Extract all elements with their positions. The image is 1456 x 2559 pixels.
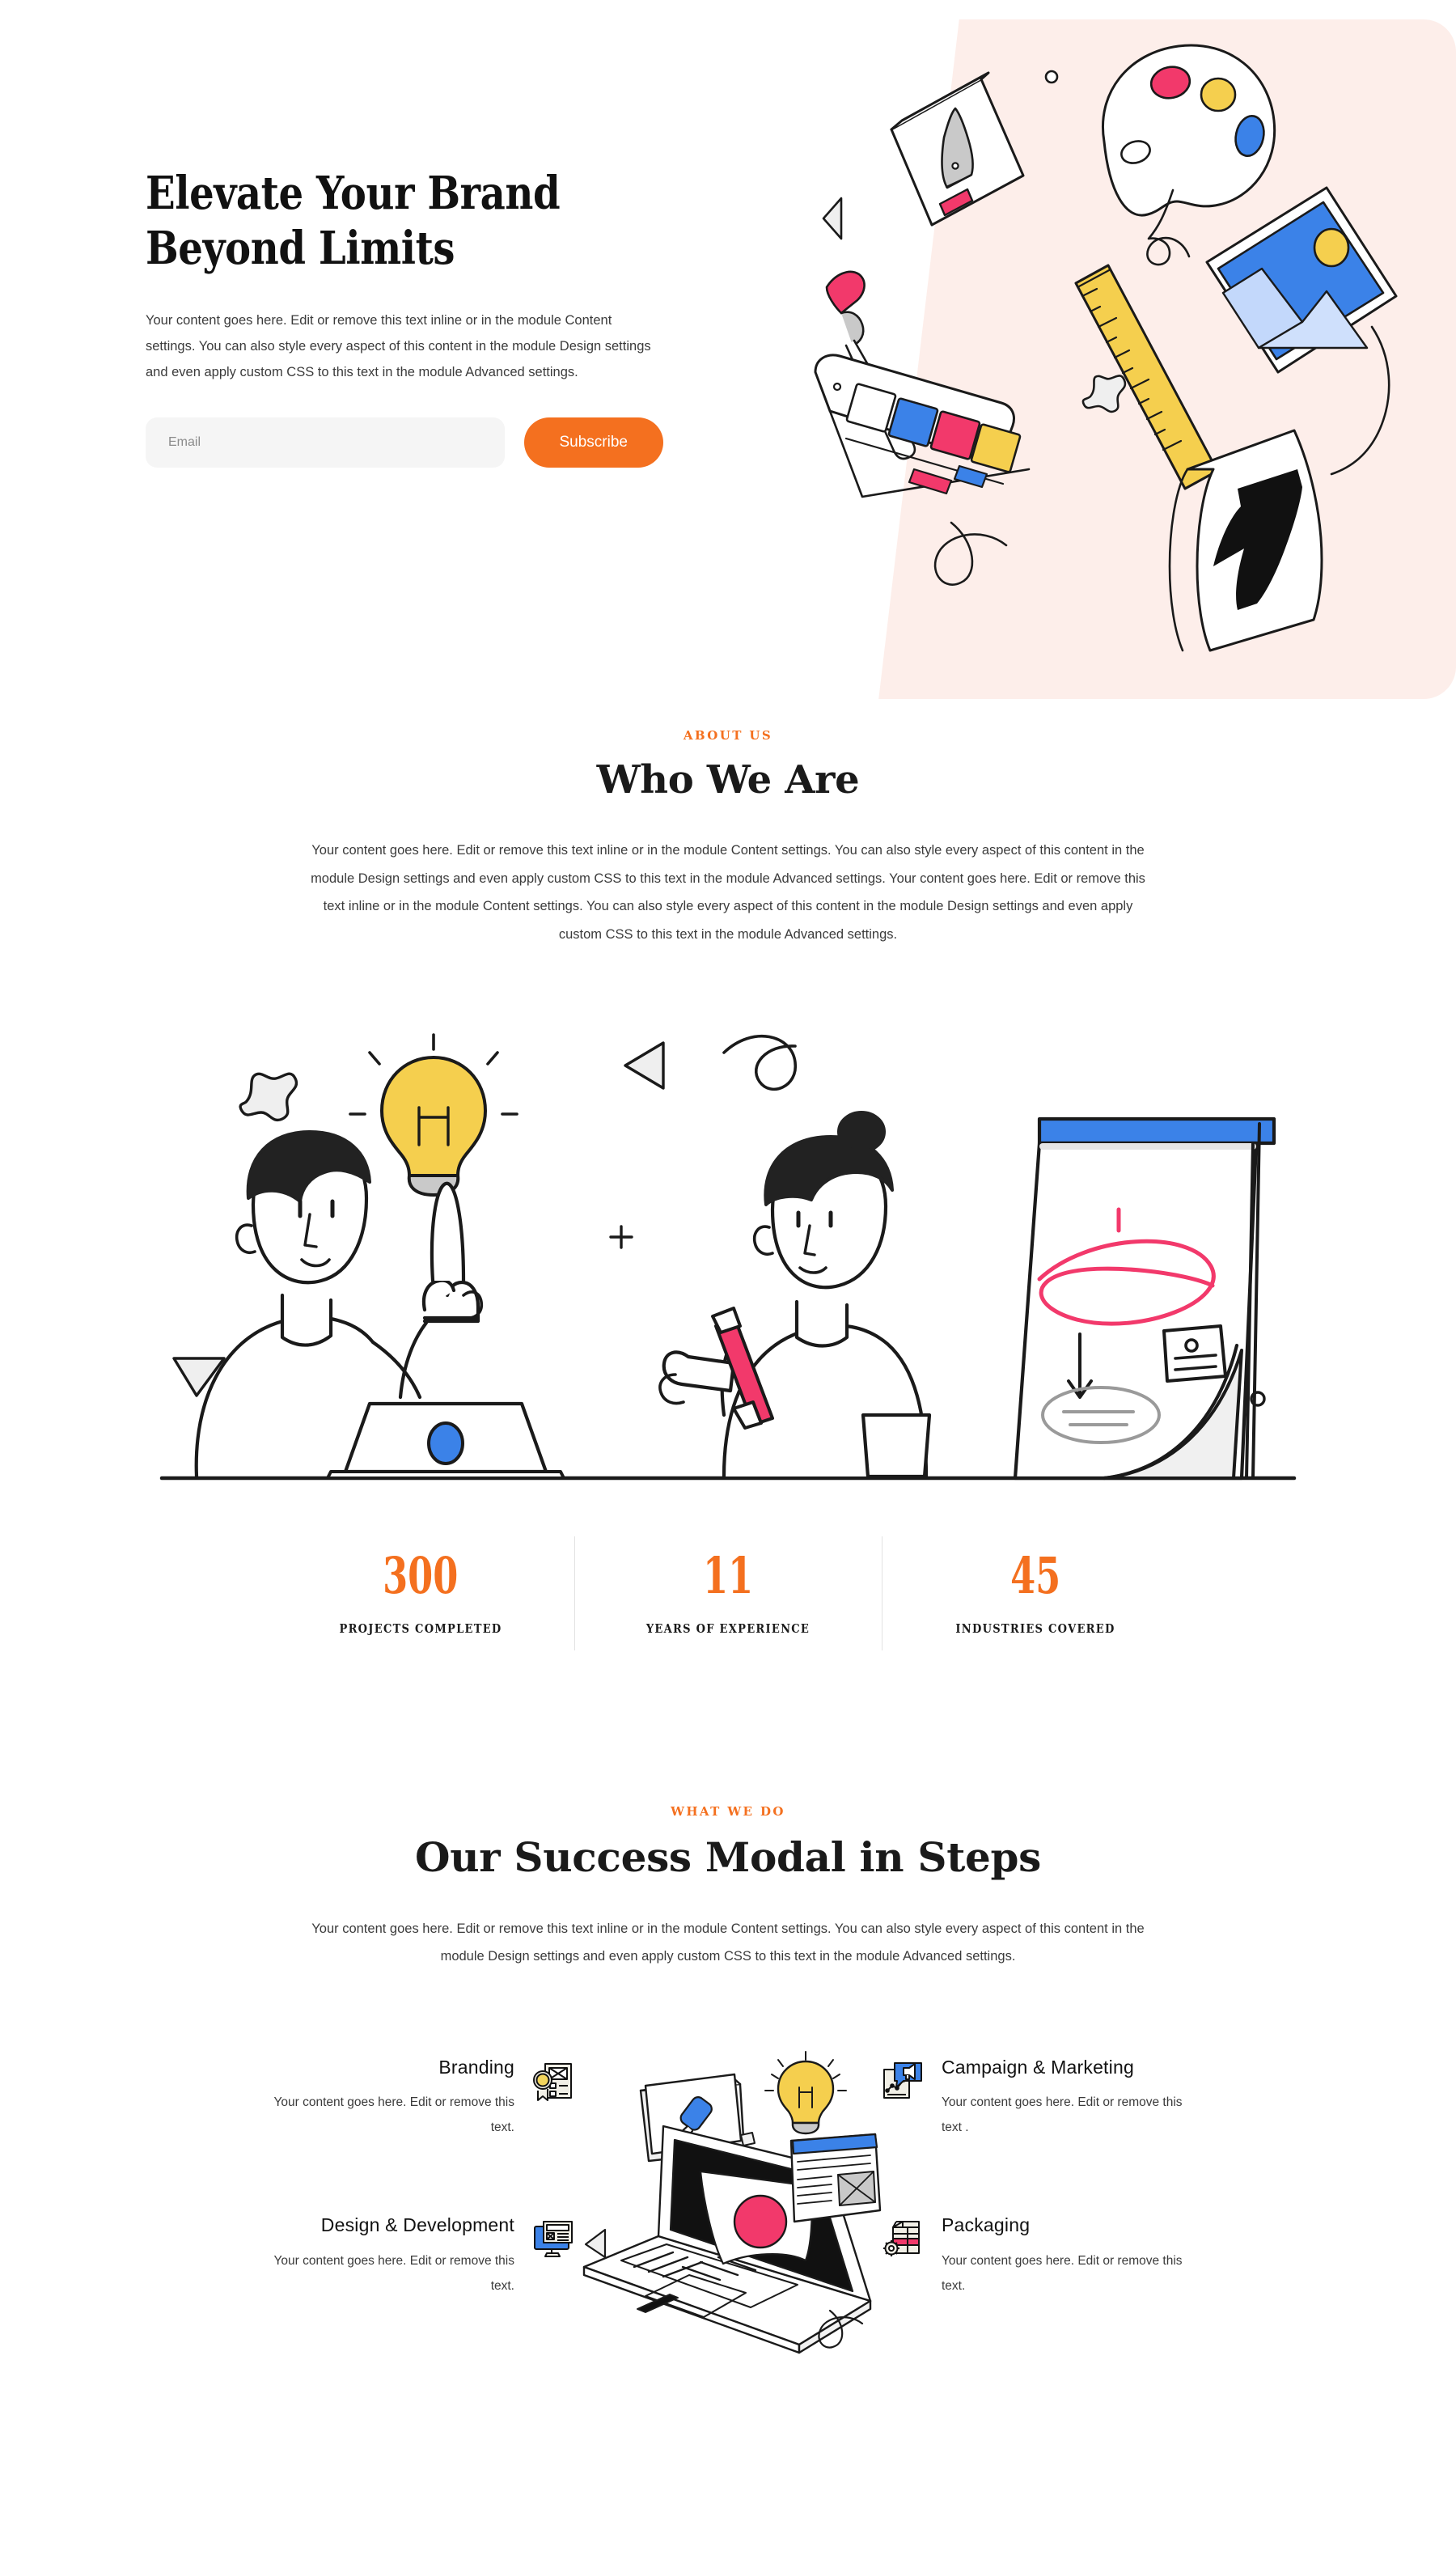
steps-eyebrow: WHAT WE DO bbox=[671, 1803, 785, 1819]
stat-label: YEARS OF EXPERIENCE bbox=[645, 1621, 811, 1636]
service-title: Branding bbox=[438, 2056, 514, 2078]
megaphone-chart-icon bbox=[883, 2061, 922, 2099]
team-brainstorm-illustration bbox=[159, 1032, 1297, 1480]
design-tools-illustration bbox=[814, 44, 1398, 652]
stats-row: 300 PROJECTS COMPLETED 11 YEARS OF EXPER… bbox=[267, 1536, 1189, 1650]
services-right-column: Campaign & Marketing Your content goes h… bbox=[882, 2027, 1335, 2373]
stat-number: 11 bbox=[702, 1545, 754, 1605]
service-title: Campaign & Marketing bbox=[942, 2056, 1134, 2078]
about-title: Who We Are bbox=[596, 757, 860, 803]
about-section: ABOUT US Who We Are Your content goes he… bbox=[0, 728, 1456, 1650]
laptop-creative-illustration bbox=[582, 2050, 882, 2354]
certificate-badge-icon bbox=[533, 2062, 572, 2101]
service-title: Design & Development bbox=[320, 2214, 514, 2236]
service-item-design-development[interactable]: Design & Development Your content goes h… bbox=[121, 2214, 574, 2298]
services-left-column: Branding Your content goes here. Edit or… bbox=[121, 2027, 574, 2373]
email-field[interactable] bbox=[146, 417, 505, 468]
service-item-campaign-marketing[interactable]: Campaign & Marketing Your content goes h… bbox=[882, 2057, 1335, 2141]
services-grid: Branding Your content goes here. Edit or… bbox=[121, 2027, 1335, 2373]
service-description: Your content goes here. Edit or remove t… bbox=[273, 2254, 514, 2294]
box-gear-icon bbox=[883, 2221, 920, 2257]
service-description: Your content goes here. Edit or remove t… bbox=[273, 2095, 514, 2135]
services-center-illustration bbox=[574, 2027, 882, 2367]
service-text: Campaign & Marketing Your content goes h… bbox=[942, 2057, 1184, 2141]
stat-number: 45 bbox=[1009, 1545, 1061, 1605]
stat-label: PROJECTS COMPLETED bbox=[339, 1621, 502, 1636]
service-description: Your content goes here. Edit or remove t… bbox=[942, 2254, 1183, 2294]
stat-item: 45 INDUSTRIES COVERED bbox=[882, 1536, 1189, 1650]
service-item-packaging[interactable]: Packaging Your content goes here. Edit o… bbox=[882, 2214, 1335, 2298]
hero-section: Elevate Your Brand Beyond Limits Your co… bbox=[0, 0, 1456, 728]
about-description: Your content goes here. Edit or remove t… bbox=[311, 843, 1145, 942]
stat-item: 300 PROJECTS COMPLETED bbox=[267, 1536, 574, 1650]
stat-item: 11 YEARS OF EXPERIENCE bbox=[574, 1536, 882, 1650]
about-eyebrow: ABOUT US bbox=[683, 728, 773, 743]
landing-page: Elevate Your Brand Beyond Limits Your co… bbox=[0, 0, 1456, 2373]
page-title: Elevate Your Brand Beyond Limits bbox=[146, 167, 561, 276]
subscribe-form: Subscribe bbox=[146, 417, 663, 468]
hero-copy: Elevate Your Brand Beyond Limits Your co… bbox=[146, 166, 663, 468]
steps-description: Your content goes here. Edit or remove t… bbox=[311, 1921, 1145, 1964]
steps-section: WHAT WE DO Our Success Modal in Steps Yo… bbox=[0, 1804, 1456, 2373]
service-text: Design & Development Your content goes h… bbox=[272, 2214, 514, 2298]
subscribe-button[interactable]: Subscribe bbox=[523, 417, 663, 468]
stat-label: INDUSTRIES COVERED bbox=[955, 1621, 1115, 1636]
steps-title: Our Success Modal in Steps bbox=[414, 1832, 1042, 1881]
service-description: Your content goes here. Edit or remove t… bbox=[942, 2095, 1183, 2135]
monitor-layout-icon bbox=[534, 2221, 573, 2258]
service-title: Packaging bbox=[942, 2214, 1031, 2236]
service-item-branding[interactable]: Branding Your content goes here. Edit or… bbox=[121, 2057, 574, 2141]
service-text: Branding Your content goes here. Edit or… bbox=[272, 2057, 514, 2141]
hero-description: Your content goes here. Edit or remove t… bbox=[146, 312, 651, 379]
stat-number: 300 bbox=[383, 1545, 459, 1605]
service-text: Packaging Your content goes here. Edit o… bbox=[942, 2214, 1184, 2298]
